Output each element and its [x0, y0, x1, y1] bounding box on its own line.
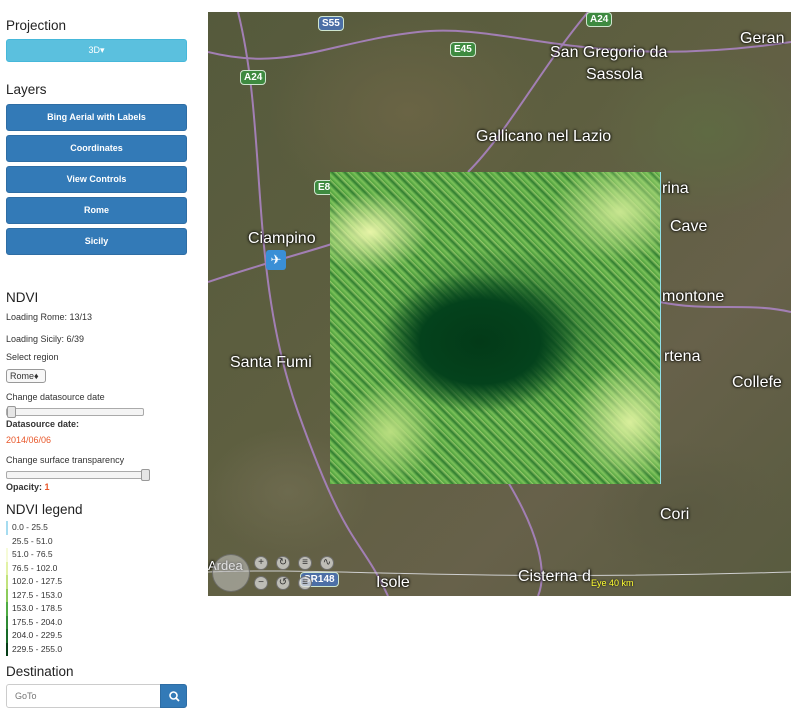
map-label-gallicano: Gallicano nel Lazio	[476, 128, 612, 145]
legend-swatch	[6, 534, 8, 548]
rotate-icon[interactable]: ↻	[276, 556, 290, 570]
search-icon	[169, 691, 180, 702]
transparency-label: Change surface transparency	[6, 455, 125, 465]
layer-button-rome[interactable]: Rome	[6, 197, 187, 224]
legend-range-label: 127.5 - 153.0	[12, 589, 63, 600]
legend-range-label: 102.0 - 127.5	[12, 576, 63, 586]
map-label-collefe: Collefe	[732, 374, 782, 391]
legend-row: 0.0 - 25.5	[6, 521, 62, 535]
road-shield-a24-left: A24	[240, 70, 267, 85]
layer-button-coordinates[interactable]: Coordinates	[6, 135, 187, 162]
map-label-montone: montone	[662, 288, 725, 305]
destination-title: Destination	[6, 664, 74, 679]
tilt-down-icon[interactable]: ≡	[298, 576, 312, 590]
date-slider-thumb[interactable]	[7, 406, 16, 418]
legend-row: 102.0 - 127.5	[6, 575, 62, 589]
legend-row: 229.5 - 255.0	[6, 642, 63, 656]
projection-dropdown-button[interactable]: 3D▾	[6, 39, 187, 62]
projection-title: Projection	[6, 18, 67, 33]
layers-title: Layers	[6, 82, 47, 97]
legend-swatch	[6, 548, 8, 562]
map-label-cori: Cori	[660, 506, 690, 523]
road-shield-a24-top: A24	[586, 12, 613, 27]
legend-title: NDVI legend	[6, 502, 83, 517]
map-label-isole: Isole	[376, 574, 410, 591]
legend-range-label: 153.0 - 178.5	[12, 603, 63, 613]
legend-row: 204.0 - 229.5	[6, 629, 62, 643]
eye-altitude-readout: Eye 40 km	[591, 578, 634, 588]
layer-button-sicily[interactable]: Sicily	[6, 228, 187, 255]
date-slider[interactable]	[6, 406, 144, 418]
legend-swatch	[6, 629, 8, 643]
map-label-cave: Cave	[670, 218, 708, 235]
map-label-ciampino: Ciampino	[248, 230, 316, 247]
legend-range-label: 229.5 - 255.0	[12, 643, 63, 654]
airport-icon: ✈	[266, 250, 286, 270]
opacity-value: 1	[44, 482, 50, 492]
layer-button-view-controls[interactable]: View Controls	[6, 166, 187, 193]
legend-row: 153.0 - 178.5	[6, 602, 62, 616]
road-shield-s55: S55	[318, 16, 344, 31]
legend-swatch	[6, 521, 8, 535]
map-label-rtena: rtena	[664, 348, 701, 365]
datasource-date-label: Datasource date:	[6, 419, 80, 429]
legend-row: 25.5 - 51.0	[6, 534, 62, 548]
goto-search-button[interactable]	[160, 684, 187, 708]
exaggerate-icon[interactable]: ∿	[320, 556, 334, 570]
legend-range-label: 76.5 - 102.0	[12, 562, 58, 573]
region-select[interactable]: Rome♦	[6, 369, 46, 383]
road-shield-e45: E45	[450, 42, 476, 57]
zoom-out-icon[interactable]: −	[254, 576, 268, 590]
pan-control[interactable]	[212, 554, 250, 592]
legend-swatch	[6, 561, 8, 575]
transparency-slider-thumb[interactable]	[141, 469, 150, 481]
layer-button-bing-aerial[interactable]: Bing Aerial with Labels	[6, 104, 187, 131]
ndvi-surface-overlay	[330, 172, 660, 484]
opacity-label-text: Opacity:	[6, 482, 43, 492]
rotate-reverse-icon[interactable]: ↺	[276, 576, 290, 590]
datasource-date-value: 2014/06/06	[6, 435, 52, 445]
opacity-label: Opacity: 1	[6, 482, 50, 492]
loading-rome-text: Loading Rome: 13/13	[6, 312, 93, 322]
map-label-san-gregorio: San Gregorio da	[550, 44, 668, 61]
ndvi-title: NDVI	[6, 290, 39, 305]
legend-range-label: 204.0 - 229.5	[12, 630, 63, 640]
legend-row: 175.5 - 204.0	[6, 615, 63, 629]
zoom-in-icon[interactable]: +	[254, 556, 268, 570]
map-label-sassola: Sassola	[586, 66, 643, 83]
goto-input[interactable]	[6, 684, 161, 708]
legend-range-label: 175.5 - 204.0	[12, 616, 63, 627]
legend-range-label: 0.0 - 25.5	[12, 522, 48, 532]
change-date-label: Change datasource date	[6, 392, 105, 402]
legend-row: 76.5 - 102.0	[6, 561, 62, 575]
map-label-geran: Geran	[740, 30, 785, 47]
ndvi-surface-edge	[660, 172, 661, 484]
legend-swatch	[6, 602, 8, 616]
map-label-santa-fumi: Santa Fumi	[230, 354, 312, 371]
legend-swatch	[6, 615, 8, 629]
legend-row: 51.0 - 76.5	[6, 548, 62, 562]
select-region-label: Select region	[6, 352, 59, 362]
globe-map-view[interactable]: S55 A24 A24 E45 E8 SR148 San Gregorio da…	[208, 12, 791, 596]
legend-swatch	[6, 575, 8, 589]
ndvi-legend: 0.0 - 25.5 25.5 - 51.0 51.0 - 76.5 76.5 - 1…	[6, 521, 62, 656]
legend-swatch	[6, 642, 8, 656]
map-label-cisterna: Cisterna d	[518, 568, 591, 585]
legend-row: 127.5 - 153.0	[6, 588, 63, 602]
map-label-rina: rina	[662, 180, 689, 197]
legend-range-label: 51.0 - 76.5	[12, 549, 53, 559]
legend-swatch	[6, 588, 8, 602]
legend-range-label: 25.5 - 51.0	[12, 535, 53, 546]
loading-sicily-text: Loading Sicily: 6/39	[6, 334, 85, 344]
transparency-slider[interactable]	[6, 469, 150, 481]
tilt-icon[interactable]: ≡	[298, 556, 312, 570]
